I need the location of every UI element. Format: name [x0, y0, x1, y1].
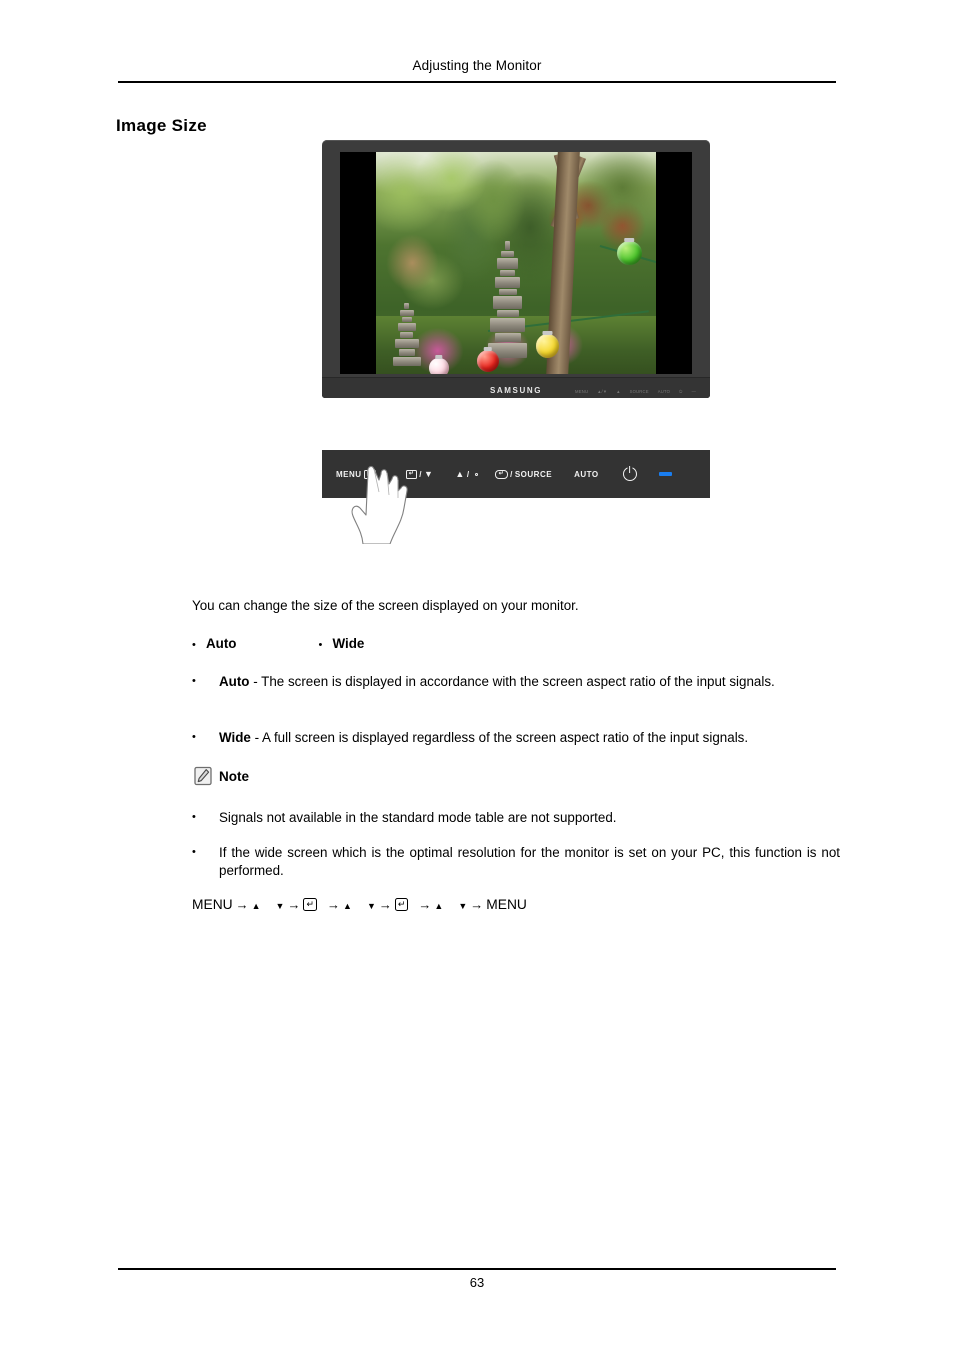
- arrow-right-icon: →: [235, 897, 249, 912]
- stone-pagoda-large: [488, 240, 528, 365]
- arrow-right-icon: →: [470, 897, 484, 912]
- menu-button[interactable]: MENU ▤: [336, 469, 376, 479]
- arrow-right-icon: →: [418, 897, 432, 912]
- description-text-auto: Auto - The screen is displayed in accord…: [219, 673, 840, 691]
- bezel-label-led: —: [691, 389, 696, 394]
- note-label: Note: [219, 768, 249, 784]
- note-header: Note: [194, 766, 249, 786]
- description-row-wide: • Wide - A full screen is displayed rega…: [192, 729, 840, 747]
- enter-key-icon: ↵: [394, 898, 409, 911]
- note-item-row: • Signals not available in the standard …: [192, 809, 840, 827]
- triangle-down-icon: ▼: [275, 900, 285, 911]
- bullet-marker: •: [318, 639, 323, 651]
- triangle-up-icon: ▲: [455, 468, 465, 479]
- lantern-red: [476, 349, 500, 372]
- bezel-control-labels: MENU ▲/▼ ▲ SOURCE AUTO ⏻ —: [575, 389, 696, 394]
- menu-path-end: MENU: [486, 897, 527, 912]
- enter-pill-icon: ↵: [494, 469, 509, 479]
- page-title: Image Size: [116, 116, 207, 135]
- triangle-down-icon: ▼: [458, 900, 468, 911]
- note-item-text: Signals not available in the standard mo…: [219, 810, 617, 825]
- separator-slash: /: [419, 469, 422, 479]
- power-button[interactable]: [622, 467, 637, 481]
- page-header-title: Adjusting the Monitor: [412, 58, 542, 73]
- option-label-wide: Wide: [332, 636, 365, 651]
- menu-path-start: MENU: [192, 897, 233, 912]
- brightness-sun-icon: [472, 470, 481, 479]
- triangle-up-icon: ▲: [434, 900, 444, 911]
- description-body-auto: - The screen is displayed in accordance …: [249, 674, 775, 689]
- auto-button-label: AUTO: [574, 469, 599, 479]
- lantern-pink: [429, 358, 449, 374]
- triangle-up-icon: ▲: [251, 900, 261, 911]
- source-button-label: SOURCE: [514, 469, 553, 479]
- lantern-green: [616, 240, 642, 266]
- arrow-right-icon: →: [327, 897, 341, 912]
- option-list: • Auto • Wide: [192, 636, 840, 651]
- bullet-marker: •: [192, 811, 196, 823]
- arrow-right-icon: →: [378, 897, 392, 912]
- separator-slash: /: [510, 469, 513, 479]
- bezel-label-auto: AUTO: [657, 389, 671, 394]
- monitor-control-panel: MENU ▤ ↵ / ▼ ▲ / ↵ / SOURCE AUTO: [322, 450, 710, 544]
- source-button[interactable]: ↵ / SOURCE: [494, 469, 553, 479]
- bezel-label-power: ⏻: [679, 389, 683, 394]
- footer-divider: [118, 1268, 836, 1270]
- description-text-wide: Wide - A full screen is displayed regard…: [219, 729, 840, 747]
- option-label-auto: Auto: [206, 636, 237, 651]
- list-item-wide: • Wide: [319, 636, 365, 651]
- description-term-wide: Wide: [219, 730, 251, 745]
- menu-button-label: MENU: [336, 469, 362, 479]
- header-divider: [118, 81, 836, 83]
- power-icon: [622, 467, 637, 481]
- description-body-wide: - A full screen is displayed regardless …: [250, 730, 749, 745]
- samsung-brand-logo: SAMSUNG: [489, 386, 543, 395]
- intro-paragraph: You can change the size of the screen di…: [192, 598, 579, 613]
- bullet-marker: •: [192, 846, 196, 858]
- separator-slash: /: [466, 469, 470, 479]
- menu-grid-icon: ▤: [363, 469, 376, 479]
- menu-navigation-path: MENU → ▲ ▼ → ↵ → ▲ ▼ → ↵ → ▲ ▼ → MENU: [192, 897, 527, 912]
- bezel-label-up: ▲: [616, 389, 621, 394]
- screen-photo: [376, 152, 656, 374]
- triangle-up-icon: ▲: [343, 900, 352, 911]
- bezel-label-source: SOURCE: [629, 389, 649, 394]
- note-item-text: If the wide screen which is the optimal …: [219, 845, 840, 879]
- list-item-auto: • Auto: [192, 636, 237, 651]
- note-pencil-icon: [194, 766, 212, 786]
- arrow-right-icon: →: [287, 897, 301, 912]
- enter-box-icon: ↵: [405, 469, 418, 479]
- up-brightness-button[interactable]: ▲ /: [455, 468, 481, 479]
- note-item-row: • If the wide screen which is the optima…: [192, 844, 840, 880]
- bezel-label-menu: MENU: [575, 389, 589, 394]
- page-number: 63: [469, 1275, 485, 1290]
- bullet-marker: •: [192, 675, 196, 687]
- stone-pagoda-small: [392, 302, 421, 367]
- enter-key-icon: ↵: [303, 898, 318, 911]
- description-row-auto: • Auto - The screen is displayed in acco…: [192, 673, 840, 691]
- description-term-auto: Auto: [219, 674, 250, 689]
- enter-down-button[interactable]: ↵ / ▼: [405, 468, 434, 479]
- triangle-down-icon: ▼: [424, 468, 434, 479]
- monitor-illustration: SAMSUNG MENU ▲/▼ ▲ SOURCE AUTO ⏻ —: [322, 140, 710, 398]
- bullet-marker: •: [192, 639, 196, 651]
- bullet-marker: •: [192, 731, 196, 743]
- auto-button[interactable]: AUTO: [574, 470, 599, 479]
- power-led-indicator: [658, 472, 672, 476]
- triangle-down-icon: ▼: [366, 900, 376, 911]
- monitor-screen: [340, 152, 692, 374]
- bezel-label-arrow: ▲/▼: [597, 389, 608, 394]
